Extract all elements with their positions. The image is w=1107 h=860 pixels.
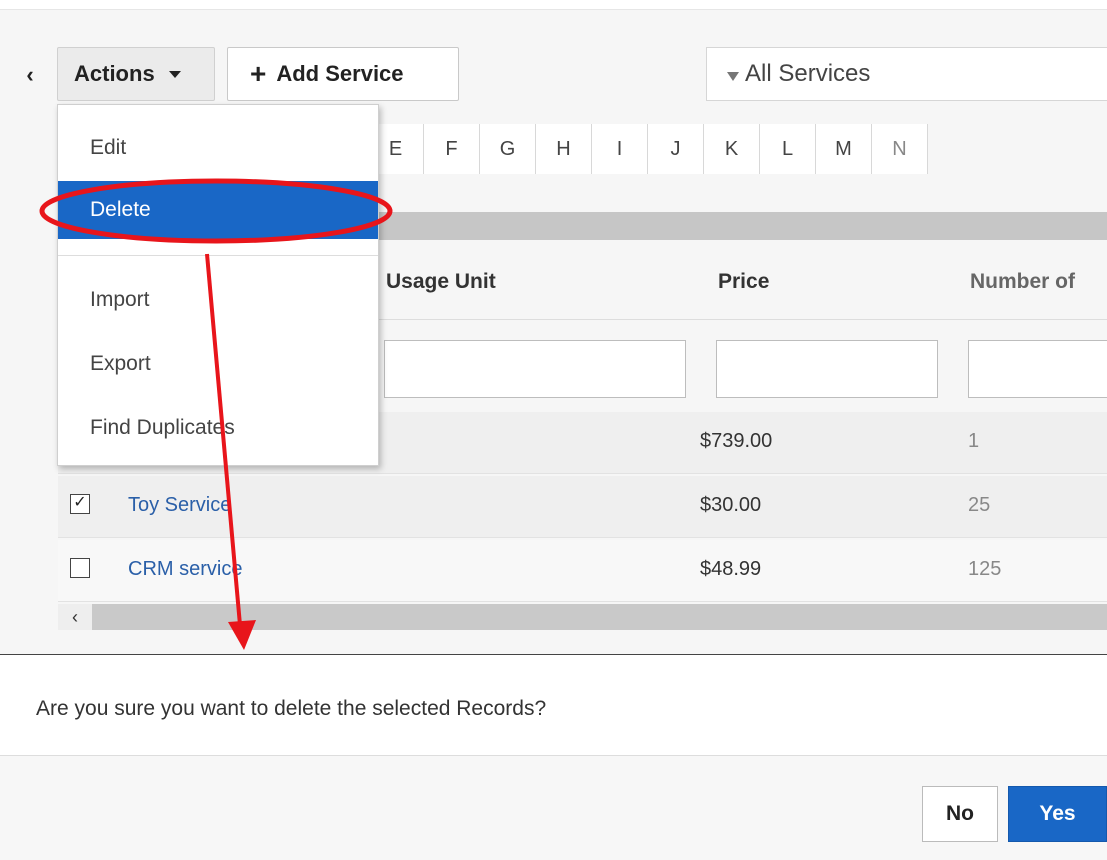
letter-f[interactable]: F — [424, 124, 480, 174]
plus-icon: + — [250, 58, 267, 89]
usage-unit-filter-input[interactable] — [384, 340, 686, 398]
letter-n[interactable]: N — [872, 124, 928, 174]
letter-h[interactable]: H — [536, 124, 592, 174]
letter-k[interactable]: K — [704, 124, 760, 174]
chevron-left-icon[interactable]: ‹ — [18, 62, 42, 88]
no-button[interactable]: No — [922, 786, 998, 842]
top-scrollbar[interactable] — [368, 212, 1107, 240]
service-name-link[interactable]: Toy Service — [128, 494, 231, 517]
letter-m[interactable]: M — [816, 124, 872, 174]
letter-i[interactable]: I — [592, 124, 648, 174]
horizontal-scrollbar[interactable]: ‹ — [58, 604, 1107, 630]
filter-icon — [727, 71, 739, 81]
yes-button[interactable]: Yes — [1008, 786, 1107, 842]
service-quantity: 125 — [968, 558, 1002, 580]
filter-select[interactable]: All Services — [706, 47, 1107, 101]
menu-item-delete[interactable]: Delete — [58, 181, 378, 239]
menu-item-find-duplicates[interactable]: Find Duplicates — [58, 399, 378, 457]
top-border — [0, 0, 1107, 10]
service-quantity: 1 — [968, 430, 980, 452]
letter-j[interactable]: J — [648, 124, 704, 174]
scroll-left-icon[interactable]: ‹ — [58, 604, 92, 630]
column-usage-unit[interactable]: Usage Unit — [386, 270, 496, 294]
service-price: $739.00 — [700, 430, 773, 452]
service-price: $48.99 — [700, 558, 762, 580]
service-name-link[interactable]: CRM service — [128, 558, 242, 581]
row-checkbox[interactable] — [70, 558, 90, 578]
menu-item-import[interactable]: Import — [58, 271, 378, 329]
filter-label: All Services — [745, 60, 871, 87]
add-service-button[interactable]: + Add Service — [227, 47, 459, 101]
table-row[interactable]: CRM service $48.99 125 — [58, 540, 1107, 602]
menu-item-export[interactable]: Export — [58, 335, 378, 393]
menu-item-edit[interactable]: Edit — [58, 119, 378, 177]
actions-menu: Edit Delete Import Export Find Duplicate… — [57, 104, 379, 466]
alphabet-filter: E F G H I J K L M N — [368, 124, 928, 174]
table-header: Usage Unit Price Number of — [368, 252, 1107, 320]
dialog-message: Are you sure you want to delete the sele… — [36, 697, 547, 720]
service-price: $30.00 — [700, 494, 762, 516]
column-filter-row — [368, 322, 1107, 406]
price-filter-input[interactable] — [716, 340, 938, 398]
column-price[interactable]: Price — [718, 270, 769, 294]
caret-down-icon — [168, 70, 181, 78]
letter-g[interactable]: G — [480, 124, 536, 174]
add-service-label: Add Service — [276, 61, 404, 86]
actions-label: Actions — [74, 61, 155, 86]
service-quantity: 25 — [968, 494, 991, 516]
actions-dropdown-button[interactable]: Actions — [57, 47, 215, 101]
letter-l[interactable]: L — [760, 124, 816, 174]
table-row[interactable]: ✓ Toy Service $30.00 25 — [58, 476, 1107, 538]
column-number-of[interactable]: Number of — [970, 270, 1075, 294]
number-filter-input[interactable] — [968, 340, 1107, 398]
row-checkbox-checked[interactable]: ✓ — [70, 494, 90, 514]
menu-divider — [58, 255, 378, 256]
